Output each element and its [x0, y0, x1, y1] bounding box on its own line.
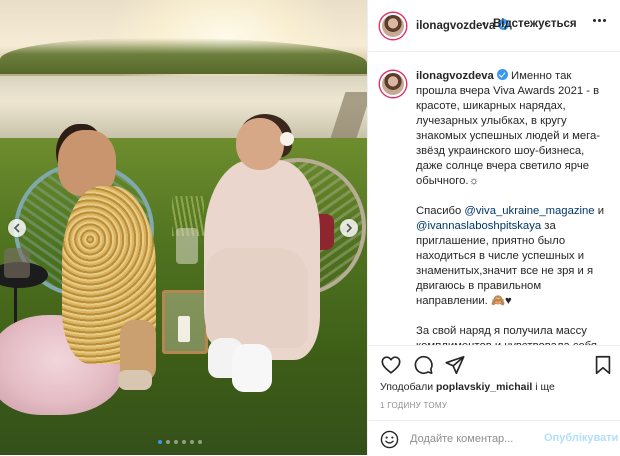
post-header: ilonagvozdeva • Відстежується [368, 0, 620, 52]
caption-text-3: За свой наряд я получила массу комплимен… [416, 325, 597, 345]
bookmark-icon[interactable] [592, 354, 614, 376]
emoji-icon[interactable] [380, 430, 399, 449]
caption-text-2c: за приглашение, приятно было находиться … [416, 220, 594, 307]
woman-right-legs [206, 248, 308, 348]
carousel-dot [174, 440, 178, 444]
caption-username[interactable]: ilonagvozdeva [416, 70, 494, 82]
caption-area[interactable]: ilonagvozdeva Именно так прошла вчера Vi… [368, 53, 620, 345]
candle [178, 316, 190, 342]
separator-bullet: • [482, 18, 486, 30]
woman-right-sneaker-right [232, 344, 272, 392]
heart-icon[interactable] [380, 354, 402, 376]
more-icon[interactable] [593, 19, 606, 22]
action-bar: Уподобали poplavskiy_michail і ще 1 ГОДИ… [368, 345, 620, 455]
post-timestamp[interactable]: 1 ГОДИНУ ТОМУ [380, 401, 447, 410]
glass-jar [4, 248, 30, 278]
lake [0, 76, 367, 138]
post-side-panel: ilonagvozdeva • Відстежується ilonagvozd… [367, 0, 620, 455]
caption-text-1: Именно так прошла вчера Viva Awards 2021… [416, 70, 601, 187]
share-icon[interactable] [444, 354, 466, 376]
post-photo[interactable] [0, 0, 367, 455]
comment-input[interactable] [410, 430, 560, 448]
comment-icon[interactable] [412, 354, 434, 376]
chevron-right-icon[interactable] [340, 219, 358, 237]
caption-text-2a: Спасибо [416, 205, 465, 217]
vase [176, 228, 198, 264]
publish-button[interactable]: Опублікувати [544, 432, 618, 444]
likes-line: Уподобали poplavskiy_michail і ще [380, 381, 555, 393]
carousel-dot [166, 440, 170, 444]
carousel-dot [158, 440, 162, 444]
likes-suffix[interactable]: і ще [532, 381, 555, 393]
caption: ilonagvozdeva Именно так прошла вчера Vi… [416, 69, 612, 345]
woman-right-head [236, 118, 284, 170]
mention-link[interactable]: @ivannaslaboshpitskaya [416, 220, 541, 232]
avatar[interactable] [380, 13, 406, 39]
likes-prefix: Уподобали [380, 381, 436, 393]
caption-text-2b: и [594, 205, 605, 217]
follow-button[interactable]: Відстежується [493, 18, 577, 30]
comment-bar: Опублікувати [368, 420, 620, 456]
carousel-dot [182, 440, 186, 444]
likes-user-link[interactable]: poplavskiy_michail [436, 381, 532, 393]
carousel-dot [190, 440, 194, 444]
verified-icon [496, 69, 508, 80]
chevron-left-icon[interactable] [8, 219, 26, 237]
woman-left-shoes [118, 370, 152, 390]
mention-link[interactable]: @viva_ukraine_magazine [464, 205, 594, 217]
carousel-dot [198, 440, 202, 444]
hair-flower [280, 132, 294, 146]
caption-avatar[interactable] [380, 71, 406, 97]
carousel-dots [158, 440, 202, 444]
instagram-post: ilonagvozdeva • Відстежується ilonagvozd… [0, 0, 620, 455]
